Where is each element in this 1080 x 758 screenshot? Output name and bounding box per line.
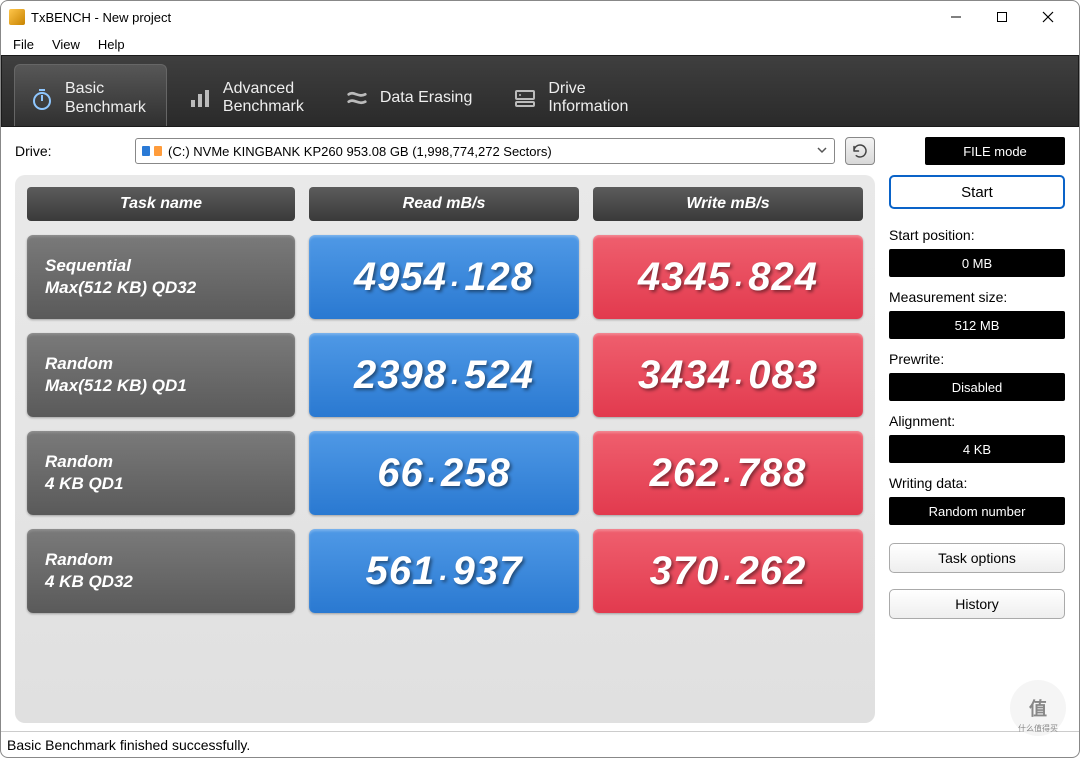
menubar: File View Help xyxy=(1,33,1079,55)
msize-label: Measurement size: xyxy=(889,289,1065,305)
start-button[interactable]: Start xyxy=(889,175,1065,209)
chevron-down-icon xyxy=(816,144,828,159)
task-line2: Max(512 KB) QD32 xyxy=(45,277,277,299)
stopwatch-icon xyxy=(29,86,55,112)
status-text: Basic Benchmark finished successfully. xyxy=(7,737,250,753)
header-task: Task name xyxy=(27,187,295,221)
task-cell: SequentialMax(512 KB) QD32 xyxy=(27,235,295,319)
refresh-button[interactable] xyxy=(845,137,875,165)
result-row: SequentialMax(512 KB) QD324954.1284345.8… xyxy=(27,235,863,319)
task-options-button[interactable]: Task options xyxy=(889,543,1065,573)
file-mode-button[interactable]: FILE mode xyxy=(925,137,1065,165)
tab-label: Information xyxy=(548,98,628,116)
maximize-button[interactable] xyxy=(979,1,1025,33)
drive-small-icon xyxy=(142,144,162,158)
refresh-icon xyxy=(851,142,869,160)
read-value: 561.937 xyxy=(309,529,579,613)
tab-advanced-benchmark[interactable]: AdvancedBenchmark xyxy=(173,64,324,126)
task-line1: Random xyxy=(45,451,277,473)
task-cell: Random4 KB QD1 xyxy=(27,431,295,515)
msize-value[interactable]: 512 MB xyxy=(889,311,1065,339)
results-panel: Task name Read mB/s Write mB/s Sequentia… xyxy=(15,175,875,723)
task-cell: RandomMax(512 KB) QD1 xyxy=(27,333,295,417)
startpos-label: Start position: xyxy=(889,227,1065,243)
write-value: 3434.083 xyxy=(593,333,863,417)
task-line2: 4 KB QD32 xyxy=(45,571,277,593)
task-line1: Sequential xyxy=(45,255,277,277)
tab-drive-information[interactable]: DriveInformation xyxy=(498,64,648,126)
align-label: Alignment: xyxy=(889,413,1065,429)
tab-label: Benchmark xyxy=(65,99,146,117)
write-value: 262.788 xyxy=(593,431,863,515)
tab-label: Advanced xyxy=(223,80,304,98)
statusbar: Basic Benchmark finished successfully. xyxy=(1,731,1079,757)
tab-basic-benchmark[interactable]: BasicBenchmark xyxy=(14,64,167,126)
header-read: Read mB/s xyxy=(309,187,579,221)
tab-label: Drive xyxy=(548,80,628,98)
read-value: 4954.128 xyxy=(309,235,579,319)
header-write: Write mB/s xyxy=(593,187,863,221)
read-value: 2398.524 xyxy=(309,333,579,417)
minimize-button[interactable] xyxy=(933,1,979,33)
menu-view[interactable]: View xyxy=(52,37,80,52)
close-button[interactable] xyxy=(1025,1,1071,33)
task-cell: Random4 KB QD32 xyxy=(27,529,295,613)
menu-help[interactable]: Help xyxy=(98,37,125,52)
drive-row: Drive: (C:) NVMe KINGBANK KP260 953.08 G… xyxy=(1,127,1079,175)
read-value: 66.258 xyxy=(309,431,579,515)
prewrite-value[interactable]: Disabled xyxy=(889,373,1065,401)
app-icon xyxy=(9,9,25,25)
menu-file[interactable]: File xyxy=(13,37,34,52)
tab-label: Benchmark xyxy=(223,98,304,116)
wdata-label: Writing data: xyxy=(889,475,1065,491)
bars-icon xyxy=(187,85,213,111)
drive-select[interactable]: (C:) NVMe KINGBANK KP260 953.08 GB (1,99… xyxy=(135,138,835,164)
task-line2: Max(512 KB) QD1 xyxy=(45,375,277,397)
drive-value: (C:) NVMe KINGBANK KP260 953.08 GB (1,99… xyxy=(168,144,552,159)
history-button[interactable]: History xyxy=(889,589,1065,619)
startpos-value[interactable]: 0 MB xyxy=(889,249,1065,277)
write-value: 370.262 xyxy=(593,529,863,613)
align-value[interactable]: 4 KB xyxy=(889,435,1065,463)
result-row: Random4 KB QD166.258262.788 xyxy=(27,431,863,515)
prewrite-label: Prewrite: xyxy=(889,351,1065,367)
tab-label: Basic xyxy=(65,80,146,98)
window-title: TxBENCH - New project xyxy=(31,10,171,25)
tabbar: BasicBenchmark AdvancedBenchmark Data Er… xyxy=(1,55,1079,127)
write-value: 4345.824 xyxy=(593,235,863,319)
erase-icon xyxy=(344,85,370,111)
tab-data-erasing[interactable]: Data Erasing xyxy=(330,64,493,126)
side-panel: Start Start position: 0 MB Measurement s… xyxy=(889,175,1065,723)
task-line1: Random xyxy=(45,549,277,571)
task-line1: Random xyxy=(45,353,277,375)
task-line2: 4 KB QD1 xyxy=(45,473,277,495)
tab-label: Data Erasing xyxy=(380,89,473,107)
result-row: Random4 KB QD32561.937370.262 xyxy=(27,529,863,613)
wdata-value[interactable]: Random number xyxy=(889,497,1065,525)
drive-icon xyxy=(512,85,538,111)
titlebar: TxBENCH - New project xyxy=(1,1,1079,33)
result-row: RandomMax(512 KB) QD12398.5243434.083 xyxy=(27,333,863,417)
drive-label: Drive: xyxy=(15,143,125,159)
